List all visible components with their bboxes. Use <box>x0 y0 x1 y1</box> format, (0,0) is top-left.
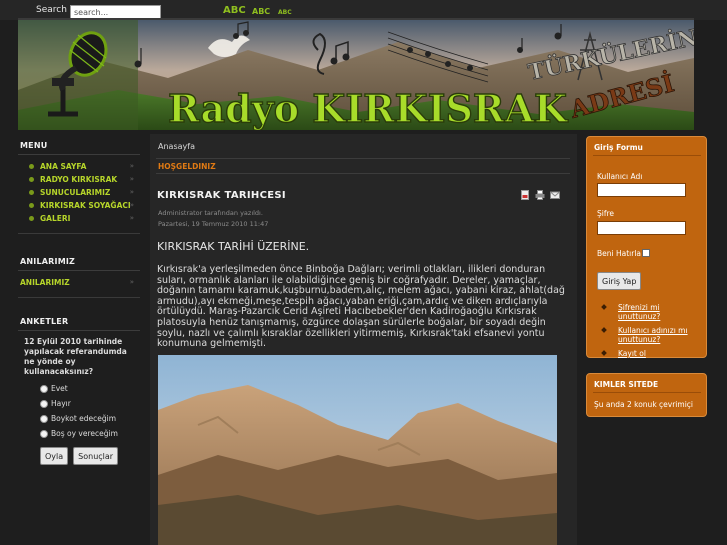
bullet-icon <box>29 190 34 195</box>
menu-item-label: SUNUCULARIMIZ <box>40 188 111 197</box>
poll-option-boykot[interactable]: Boykot edeceğim <box>18 411 140 426</box>
poll-title: ANKETLER <box>18 312 140 331</box>
remember-checkbox[interactable] <box>642 249 650 257</box>
mountain-photo <box>158 355 557 545</box>
forgot-username-link[interactable]: Kullanıcı adınızı mı unuttunuz? <box>597 326 701 344</box>
username-field[interactable] <box>597 183 686 197</box>
article-heading: KIRKISRAK TARİHİ ÜZERİNE. <box>157 240 310 253</box>
top-bar: Search ABC ABC ABC <box>0 0 727 20</box>
poll-buttons: Oyla Sonuçlar <box>18 441 140 465</box>
menu-item-label: ANA SAYFA <box>40 162 87 171</box>
site-name-text: Radyo KIRKISRAK <box>168 86 569 130</box>
print-icon[interactable] <box>535 190 545 200</box>
bullet-icon <box>601 327 607 333</box>
arrow-icon: » <box>129 162 134 170</box>
bullet-icon <box>601 350 607 356</box>
bullet-icon <box>29 164 34 169</box>
poll-option-label: Boykot edeceğim <box>51 414 117 423</box>
menu-item-radyo-kirkisrak[interactable]: RADYO KIRKISRAK » <box>18 173 140 186</box>
menu-item-galeri[interactable]: GALERI » <box>18 212 140 225</box>
poll-option-label: Evet <box>51 384 68 393</box>
login-button[interactable]: Giriş Yap <box>597 272 642 290</box>
arrow-icon: » <box>129 214 134 222</box>
menu-item-label: ANILARIMIZ <box>20 278 70 287</box>
bullet-icon <box>29 177 34 182</box>
menu-title: MENU <box>18 136 140 155</box>
search-label: Search <box>36 5 67 15</box>
divider <box>593 392 701 393</box>
arrow-icon: » <box>129 201 134 209</box>
menu-item-ana-sayfa[interactable]: ANA SAYFA » <box>18 160 140 173</box>
font-size-large-button[interactable]: ABC <box>223 5 246 16</box>
poll-option-evet[interactable]: Evet <box>18 381 140 396</box>
radio-button[interactable] <box>40 429 48 438</box>
welcome-bar: HOŞGELDINIZ <box>156 158 570 174</box>
results-button[interactable]: Sonuçlar <box>73 447 119 465</box>
email-icon[interactable] <box>550 190 560 200</box>
article-date: Pazartesi, 19 Temmuz 2010 11:47 <box>158 220 269 228</box>
banner-frame: Radyo KIRKISRAK TÜRKÜLERİN ADRESİ <box>18 18 694 130</box>
site-banner[interactable]: Radyo KIRKISRAK TÜRKÜLERİN ADRESİ <box>18 20 694 130</box>
breadcrumb[interactable]: Anasayfa <box>158 142 195 151</box>
arrow-icon: » <box>129 188 134 196</box>
bullet-icon <box>29 203 34 208</box>
welcome-heading: HOŞGELDINIZ <box>158 162 216 171</box>
poll-option-bos-oy[interactable]: Boş oy vereceğim <box>18 426 140 441</box>
pdf-icon[interactable] <box>520 190 530 200</box>
arrow-icon: » <box>129 278 134 286</box>
online-users-box: KIMLER SITEDE Şu anda 2 konuk çevrimiçi <box>586 373 707 417</box>
font-size-medium-button[interactable]: ABC <box>252 7 270 16</box>
login-title: Giriş Formu <box>594 143 643 152</box>
online-title: KIMLER SITEDE <box>594 380 659 389</box>
username-label: Kullanıcı Adı <box>597 172 643 181</box>
menu-item-label: KIRKISRAK SOYAĞACI <box>40 201 131 210</box>
menu-item-sunucularimiz[interactable]: SUNUCULARIMIZ » <box>18 186 140 199</box>
font-size-small-button[interactable]: ABC <box>278 9 292 16</box>
poll-question: 12 Eylül 2010 tarihinde yapılacak refera… <box>24 337 127 376</box>
register-link[interactable]: Kayıt ol <box>597 349 701 358</box>
password-field[interactable] <box>597 221 686 235</box>
article-photo <box>158 355 557 545</box>
menu-item-label: GALERI <box>40 214 71 223</box>
memories-menu: ANILARIMIZ » <box>18 271 140 297</box>
login-form: Giriş Formu Kullanıcı Adı Şifre Beni Hat… <box>586 136 707 358</box>
main-menu: ANA SAYFA » RADYO KIRKISRAK » SUNUCULARIMI… <box>18 155 140 233</box>
memories-title: ANILARIMIZ <box>18 252 140 271</box>
radio-button[interactable] <box>40 414 48 423</box>
poll-option-hayir[interactable]: Hayır <box>18 396 140 411</box>
online-count-text: Şu anda 2 konuk çevrimiçi <box>594 400 693 409</box>
password-label: Şifre <box>597 209 615 218</box>
main-content: Anasayfa HOŞGELDINIZ KIRKISRAK TARIHCESI… <box>150 134 577 545</box>
right-sidebar: Giriş Formu Kullanıcı Adı Şifre Beni Hat… <box>586 136 707 545</box>
radio-button[interactable] <box>40 384 48 393</box>
forgot-password-link[interactable]: Şifrenizi mi unuttunuz? <box>597 303 701 321</box>
banner-graphic: Radyo KIRKISRAK TÜRKÜLERİN ADRESİ <box>18 20 694 130</box>
article-icons <box>520 190 560 200</box>
article-body: Kırkısrak'a yerleşilmeden önce Binboğa D… <box>157 264 565 350</box>
menu-item-soyagaci[interactable]: KIRKISRAK SOYAĞACI» <box>18 199 140 212</box>
remember-label: Beni Hatırla <box>597 249 642 258</box>
radio-button[interactable] <box>40 399 48 408</box>
article-title: KIRKISRAK TARIHCESI <box>157 190 286 201</box>
vote-button[interactable]: Oyla <box>40 447 69 465</box>
bullet-icon <box>29 216 34 221</box>
divider <box>593 155 701 156</box>
poll-option-label: Boş oy vereceğim <box>51 429 118 438</box>
login-links: Şifrenizi mi unuttunuz? Kullanıcı adınız… <box>597 303 701 363</box>
left-sidebar: MENU ANA SAYFA » RADYO KIRKISRAK » SUNUCUL… <box>18 136 140 545</box>
poll-option-label: Hayır <box>51 399 71 408</box>
menu-item-label: RADYO KIRKISRAK <box>40 175 118 184</box>
arrow-icon: » <box>129 175 134 183</box>
article-author: Administrator tarafından yazıldı. <box>158 209 263 217</box>
bullet-icon <box>601 304 607 310</box>
menu-item-anilarimiz[interactable]: ANILARIMIZ » <box>18 276 140 289</box>
